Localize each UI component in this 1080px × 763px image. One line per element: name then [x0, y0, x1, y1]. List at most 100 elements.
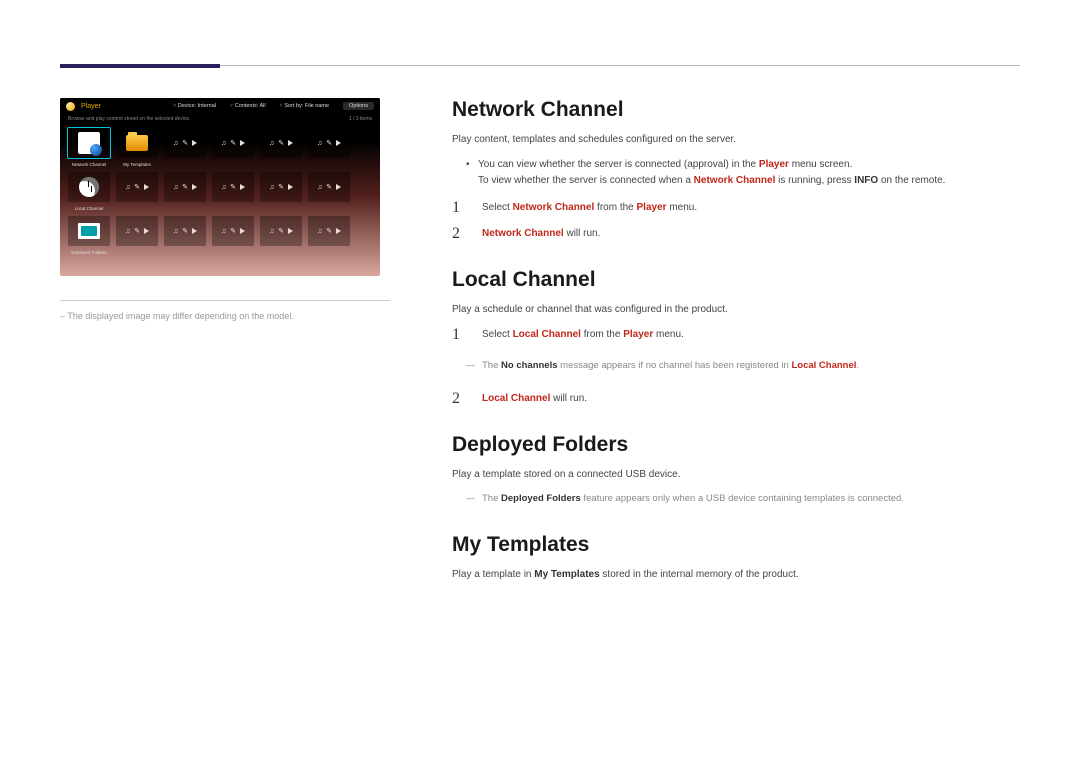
text: Select [482, 202, 513, 213]
tile-deployed-folders: Deployed Folders [68, 216, 110, 246]
shot-subtitle: Browse and play content stored on the se… [68, 116, 191, 122]
player-icon [66, 102, 75, 111]
steps-local: 1 Select Local Channel from the Player m… [452, 327, 1022, 407]
page: Player Device: Internal Contents: All So… [0, 0, 1080, 763]
text-highlight: Local Channel [513, 329, 581, 340]
tile-media: ♫ ✎ [308, 172, 350, 202]
text-highlight: Network Channel [513, 202, 595, 213]
text-bold: INFO [854, 175, 878, 186]
intro-deployed: Play a template stored on a connected US… [452, 467, 1022, 482]
media-icon: ♫ ✎ [221, 183, 245, 191]
tile-label: Local Channel [68, 206, 110, 211]
media-icon: ♫ ✎ [173, 139, 197, 147]
device-screenshot: Player Device: Internal Contents: All So… [60, 98, 380, 276]
text: . [856, 360, 859, 371]
step-2: 2 Local Channel will run. [452, 391, 1022, 407]
text: from the [581, 329, 623, 340]
text-highlight: Local Channel [791, 360, 856, 371]
tile-media: ♫ ✎ [260, 172, 302, 202]
step-body: Local Channel will run. [482, 391, 587, 407]
left-column: Player Device: Internal Contents: All So… [60, 98, 390, 321]
left-divider [60, 300, 390, 301]
note-local: The No channels message appears if no ch… [452, 359, 1022, 373]
text-bold: Deployed Folders [501, 493, 581, 504]
step-2: 2 Network Channel will run. [452, 226, 1022, 242]
shot-menu-sort: Sort by: File name [280, 103, 329, 109]
heading-network-channel: Network Channel [452, 98, 1022, 122]
tile-my-templates: My Templates [116, 128, 158, 158]
steps-network: 1 Select Network Channel from the Player… [452, 200, 1022, 242]
text: menu. [667, 202, 698, 213]
media-icon: ♫ ✎ [221, 227, 245, 235]
media-icon: ♫ ✎ [125, 183, 149, 191]
section-deployed-folders: Deployed Folders Play a template stored … [452, 433, 1022, 506]
text: The [482, 493, 501, 504]
text-highlight: Player [759, 159, 789, 170]
text-bold: My Templates [534, 569, 599, 580]
media-icon: ♫ ✎ [173, 183, 197, 191]
tile-media: ♫ ✎ [116, 172, 158, 202]
heading-deployed-folders: Deployed Folders [452, 433, 1022, 457]
text-highlight: Player [623, 329, 653, 340]
tile-media: ♫ ✎ [212, 216, 254, 246]
shot-item-count: 1 / 3 items [349, 116, 372, 122]
usb-icon [78, 223, 100, 239]
right-column: Network Channel Play content, templates … [452, 98, 1022, 608]
intro-network: Play content, templates and schedules co… [452, 132, 1022, 147]
shot-player-label: Player [81, 103, 101, 110]
text-highlight: Player [637, 202, 667, 213]
text: Select [482, 329, 513, 340]
tile-media: ♫ ✎ [308, 216, 350, 246]
text: stored in the internal memory of the pro… [600, 569, 799, 580]
shot-menu-device: Device: Internal [173, 103, 216, 109]
text-highlight: Network Channel [694, 175, 776, 186]
section-network-channel: Network Channel Play content, templates … [452, 98, 1022, 242]
media-icon: ♫ ✎ [125, 227, 149, 235]
media-icon: ♫ ✎ [269, 183, 293, 191]
media-icon: ♫ ✎ [317, 227, 341, 235]
step-number: 2 [452, 226, 466, 242]
clock-icon [79, 177, 99, 197]
tile-label: Network Channel [68, 162, 110, 167]
tile-network-channel: Network Channel [68, 128, 110, 158]
top-rule-line [220, 65, 1020, 66]
tile-media: ♫ ✎ [308, 128, 350, 158]
tile-media: ♫ ✎ [212, 172, 254, 202]
text: menu screen. [789, 159, 852, 170]
text: is running, press [775, 175, 854, 186]
shot-menu-contents: Contents: All [230, 103, 266, 109]
shot-top-menu: Device: Internal Contents: All Sort by: … [173, 103, 329, 109]
section-local-channel: Local Channel Play a schedule or channel… [452, 268, 1022, 407]
shot-titlebar: Player Device: Internal Contents: All So… [60, 98, 380, 114]
media-icon: ♫ ✎ [317, 183, 341, 191]
image-disclaimer: The displayed image may differ depending… [60, 311, 390, 321]
section-my-templates: My Templates Play a template in My Templ… [452, 533, 1022, 582]
tile-media: ♫ ✎ [164, 216, 206, 246]
step-body: Select Network Channel from the Player m… [482, 200, 697, 216]
text: The [482, 360, 501, 371]
tile-media: ♫ ✎ [116, 216, 158, 246]
step-body: Select Local Channel from the Player men… [482, 327, 684, 343]
text: will run. [550, 393, 587, 404]
shot-options-button: Options [343, 102, 374, 110]
text: feature appears only when a USB device c… [581, 493, 904, 504]
media-icon: ♫ ✎ [269, 139, 293, 147]
tile-label: Deployed Folders [68, 250, 110, 255]
tile-media: ♫ ✎ [164, 128, 206, 158]
tile-label: My Templates [116, 162, 158, 167]
media-icon: ♫ ✎ [221, 139, 245, 147]
intro-mytemplates: Play a template in My Templates stored i… [452, 567, 1022, 582]
globe-icon [78, 132, 100, 154]
text: menu. [653, 329, 684, 340]
text-bold: No channels [501, 360, 558, 371]
shot-tile-area: Network Channel My Templates ♫ ✎ ♫ ✎ ♫ ✎… [68, 128, 372, 272]
text-highlight: Local Channel [482, 393, 550, 404]
top-rule-accent [60, 64, 220, 68]
heading-my-templates: My Templates [452, 533, 1022, 557]
media-icon: ♫ ✎ [269, 227, 293, 235]
tile-media: ♫ ✎ [260, 128, 302, 158]
text: on the remote. [878, 175, 945, 186]
text: from the [594, 202, 636, 213]
step-number: 1 [452, 200, 466, 216]
step-1: 1 Select Network Channel from the Player… [452, 200, 1022, 216]
